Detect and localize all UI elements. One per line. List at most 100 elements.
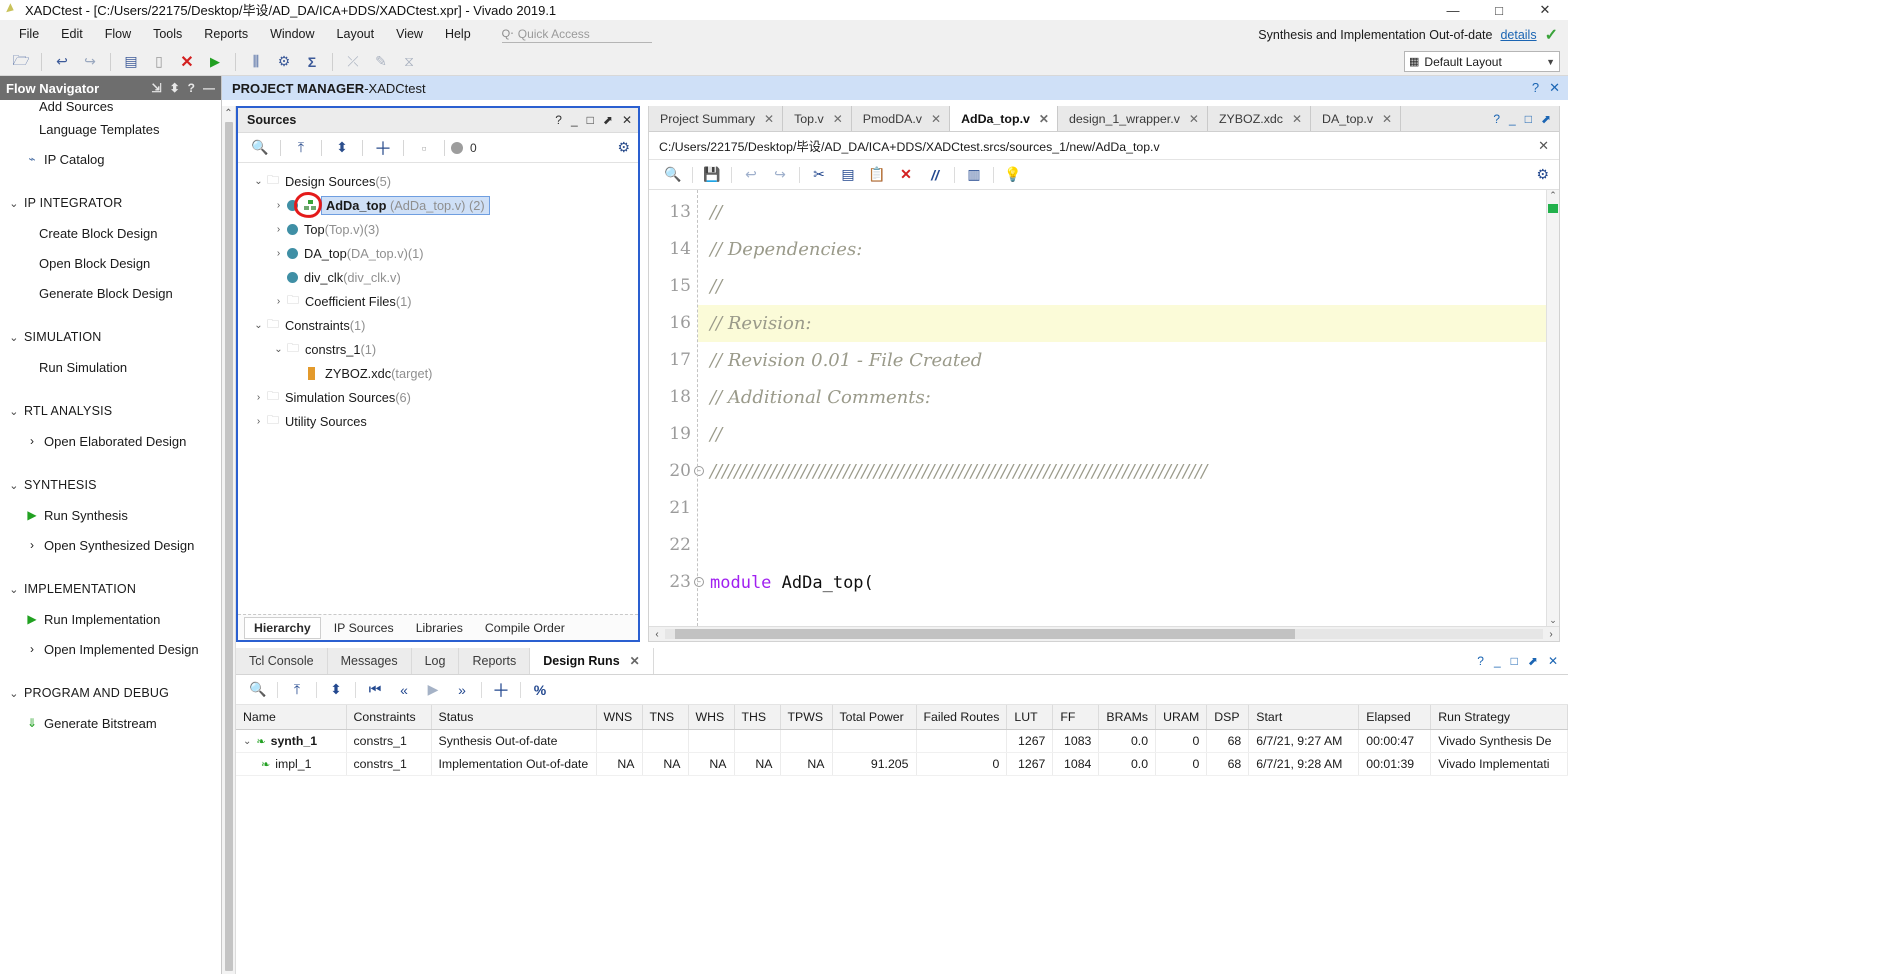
chevron-right-icon[interactable]: ›	[250, 416, 267, 427]
code-horizontal-scrollbar[interactable]: ‹ ›	[649, 626, 1559, 641]
add-sources-button[interactable]: ＋	[369, 137, 397, 159]
close-icon[interactable]: ✕	[1548, 654, 1558, 668]
status-details-link[interactable]: details	[1500, 28, 1536, 42]
minimize-button[interactable]: —	[1430, 0, 1476, 20]
table-row[interactable]: ⌄ ❧ synth_1 constrs_1 Synthesis Out-of-d…	[236, 729, 1568, 753]
paste-icon[interactable]: 📋	[863, 164, 891, 186]
prev-run-icon[interactable]: «	[390, 679, 418, 701]
flow-item-generate-bitstream[interactable]: ⇓ Generate Bitstream	[0, 708, 221, 738]
chevron-down-icon[interactable]: ⌄	[243, 736, 251, 747]
column-header-failed-routes[interactable]: Failed Routes	[916, 705, 1008, 730]
tree-row-utility-sources[interactable]: › 🗀 Utility Sources	[246, 409, 638, 433]
settings-icon[interactable]: ⚙	[271, 50, 297, 74]
tree-row-simulation-sources[interactable]: › 🗀 Simulation Sources (6)	[246, 385, 638, 409]
editor-tab-adda-top-v[interactable]: AdDa_top.v ✕	[950, 106, 1058, 131]
column-header-ths[interactable]: THS	[734, 705, 781, 730]
chevron-right-icon[interactable]: ›	[270, 200, 287, 211]
undo-icon[interactable]: ↩	[737, 164, 765, 186]
float-icon[interactable]: ⬈	[1528, 654, 1538, 668]
console-tab-messages[interactable]: Messages	[327, 648, 412, 674]
flow-item-create-block-design[interactable]: Create Block Design	[0, 218, 221, 248]
column-header-tpws[interactable]: TPWS	[780, 705, 833, 730]
sum-icon[interactable]: Σ	[299, 50, 325, 74]
help-icon[interactable]: ?	[1493, 112, 1500, 126]
flow-item-generate-block-design[interactable]: Generate Block Design	[0, 278, 221, 308]
scroll-up-icon[interactable]: ⌃	[224, 108, 232, 119]
close-icon[interactable]: ✕	[1292, 112, 1302, 126]
close-icon[interactable]: ✕	[833, 112, 843, 126]
close-icon[interactable]: ✕	[1549, 80, 1560, 96]
tree-row-constrs-1[interactable]: ⌄ 🗀 constrs_1 (1)	[246, 337, 638, 361]
column-header-run-strategy[interactable]: Run Strategy	[1430, 705, 1568, 730]
search-icon[interactable]: 🔍	[659, 164, 687, 186]
help-box-icon[interactable]: ▫	[410, 137, 438, 159]
flow-item-open-elaborated-design[interactable]: › Open Elaborated Design	[0, 426, 221, 456]
help-icon[interactable]: ?	[188, 81, 195, 95]
column-header-brams[interactable]: BRAMs	[1098, 705, 1157, 730]
menu-edit[interactable]: Edit	[50, 25, 94, 43]
console-tab-reports[interactable]: Reports	[459, 648, 531, 674]
maximize-icon[interactable]: □	[1511, 654, 1518, 668]
expand-toggle-icon[interactable]: ⬍	[170, 81, 180, 95]
close-icon[interactable]: ✕	[931, 112, 941, 126]
chevron-right-icon[interactable]: ›	[250, 392, 267, 403]
column-header-ff[interactable]: FF	[1052, 705, 1100, 730]
console-tab-log[interactable]: Log	[411, 648, 460, 674]
editor-tab-da-top-v[interactable]: DA_top.v ✕	[1311, 106, 1402, 131]
minimize-icon[interactable]: —	[203, 81, 215, 95]
menu-reports[interactable]: Reports	[193, 25, 259, 43]
hint-icon[interactable]: 💡	[999, 164, 1027, 186]
help-icon[interactable]: ?	[1532, 80, 1539, 96]
editor-tab-pmodda-v[interactable]: PmodDA.v ✕	[851, 106, 951, 131]
next-run-icon[interactable]: »	[448, 679, 476, 701]
flow-item-open-block-design[interactable]: Open Block Design	[0, 248, 221, 278]
flow-section-rtl-analysis[interactable]: ⌄ RTL ANALYSIS	[0, 396, 221, 426]
menu-tools[interactable]: Tools	[142, 25, 193, 43]
tree-row-da-top[interactable]: › DA_top (DA_top.v) (1)	[246, 241, 638, 265]
quick-access-input[interactable]: Q⋅ Quick Access	[501, 25, 652, 43]
workspace-scrollbar[interactable]: ⌃	[222, 106, 236, 974]
flow-section-implementation[interactable]: ⌄ IMPLEMENTATION	[0, 574, 221, 604]
search-icon[interactable]: 🔍	[246, 137, 274, 159]
chevron-right-icon[interactable]: ›	[270, 224, 287, 235]
code-lines[interactable]: // // Dependencies: // // Revision: // R…	[697, 190, 1559, 626]
editor-tab-zyboz-xdc[interactable]: ZYBOZ.xdc ✕	[1207, 106, 1312, 131]
maximize-button[interactable]: □	[1476, 0, 1522, 20]
column-header-start[interactable]: Start	[1248, 705, 1360, 730]
tree-row-constraints[interactable]: ⌄ 🗀 Constraints (1)	[246, 313, 638, 337]
run-icon[interactable]: ▶	[419, 679, 447, 701]
close-icon[interactable]: ✕	[622, 113, 632, 127]
column-header-lut[interactable]: LUT	[1006, 705, 1054, 730]
minimize-icon[interactable]: _	[1494, 654, 1501, 668]
flow-item-run-synthesis[interactable]: ▶ Run Synthesis	[0, 500, 221, 530]
chevron-right-icon[interactable]: ›	[270, 248, 287, 259]
close-icon[interactable]: ✕	[1382, 112, 1392, 126]
flow-item-add-sources[interactable]: Add Sources	[0, 100, 221, 114]
flow-item-run-implementation[interactable]: ▶ Run Implementation	[0, 604, 221, 634]
table-row[interactable]: ❧ impl_1 constrs_1 Implementation Out-of…	[236, 752, 1568, 776]
column-header-total-power[interactable]: Total Power	[832, 705, 917, 730]
add-run-icon[interactable]: ＋	[487, 679, 515, 701]
scroll-left-icon[interactable]: ‹	[651, 629, 663, 640]
window-icon[interactable]: ▯	[146, 50, 172, 74]
menu-layout[interactable]: Layout	[326, 25, 386, 43]
flow-section-program-and-debug[interactable]: ⌄ PROGRAM AND DEBUG	[0, 678, 221, 708]
expand-all-icon[interactable]: ⬍	[322, 679, 350, 701]
report-icon[interactable]: ▤	[118, 50, 144, 74]
tab-hierarchy[interactable]: Hierarchy	[244, 616, 321, 639]
edit-icon[interactable]: ✎	[368, 50, 394, 74]
redo-icon[interactable]: ↪	[77, 50, 103, 74]
column-header-dsp[interactable]: DSP	[1206, 705, 1250, 730]
scroll-thumb[interactable]	[224, 122, 233, 971]
column-header-whs[interactable]: WHS	[688, 705, 735, 730]
flow-item-run-simulation[interactable]: Run Simulation	[0, 352, 221, 382]
console-tab-tcl-console[interactable]: Tcl Console	[236, 648, 328, 674]
expand-all-icon[interactable]: ⬍	[328, 137, 356, 159]
menu-flow[interactable]: Flow	[94, 25, 142, 43]
flow-item-language-templates[interactable]: Language Templates	[0, 114, 221, 144]
tree-row-zyboz-xdc[interactable]: ZYBOZ.xdc (target)	[246, 361, 638, 385]
gear-icon[interactable]: ⚙	[617, 139, 630, 156]
gear-icon[interactable]: ⚙	[1536, 166, 1549, 183]
tree-row-adda-top[interactable]: › AdDa_top (AdDa_top.v) (2)	[246, 190, 638, 220]
scroll-up-icon[interactable]: ⌃	[1547, 190, 1559, 201]
